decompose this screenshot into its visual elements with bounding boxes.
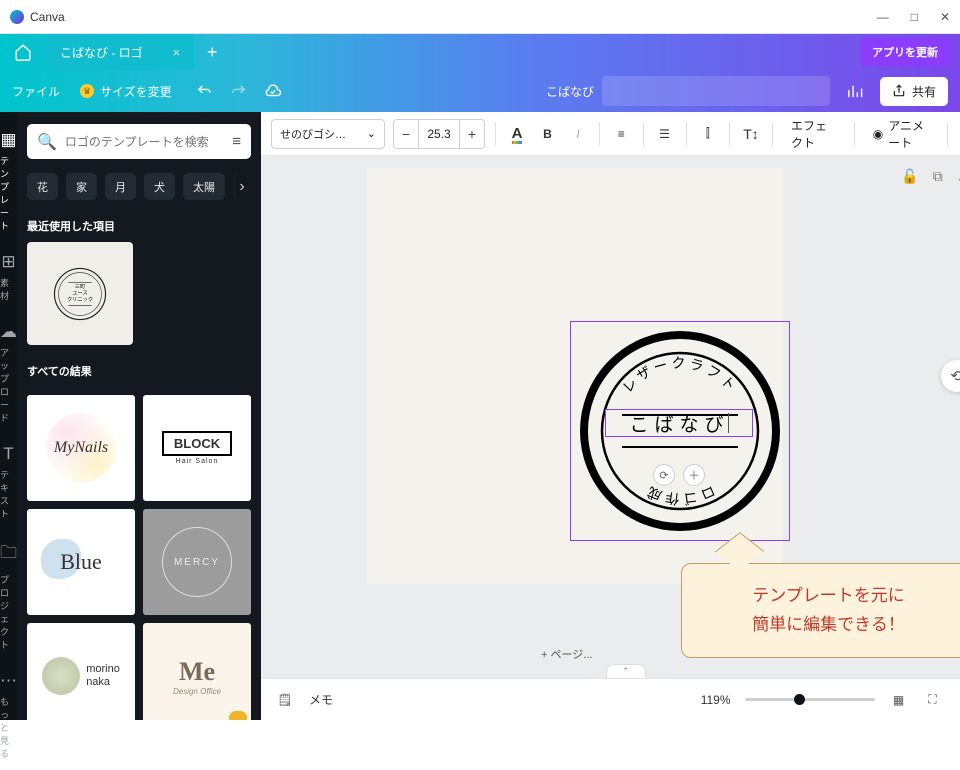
- upload-icon: ☁: [0, 322, 17, 342]
- font-size-stepper[interactable]: − 25.3 +: [393, 119, 485, 149]
- font-size-value[interactable]: 25.3: [418, 120, 460, 148]
- crown-icon: ♛: [80, 84, 94, 98]
- chip-sun[interactable]: 太陽: [183, 173, 225, 200]
- left-rail: ▦テンプレート ⊞素材 ☁アップロード Tテキスト 🗀プロジェクト ⋯もっと見る: [0, 112, 17, 720]
- canvas-page[interactable]: レザークラフト ロゴ作成 こばなび ⟳ ＋ テンプレートを元に 簡単に編集できる…: [367, 168, 783, 584]
- rotate-fab[interactable]: ⟲: [941, 360, 960, 392]
- chevron-down-icon: ⌄: [367, 127, 376, 140]
- chip-moon[interactable]: 月: [105, 173, 136, 200]
- window-close-icon[interactable]: ✕: [940, 10, 950, 24]
- rail-elements[interactable]: ⊞素材: [0, 242, 17, 312]
- update-app-button[interactable]: アプリを更新: [860, 38, 950, 66]
- zoom-slider[interactable]: [745, 698, 875, 701]
- resize-menu[interactable]: ♛ サイズを変更: [80, 83, 172, 100]
- bold-button[interactable]: B: [536, 119, 559, 149]
- window-minimize-icon[interactable]: —: [877, 10, 889, 24]
- sync-icon[interactable]: ⟳: [653, 464, 675, 486]
- template-card-mercy[interactable]: MERCY: [143, 509, 251, 615]
- bottom-bar: 🗒 メモ 119% ▦ ⛶ ?: [261, 678, 960, 720]
- document-title: こばなび: [546, 83, 594, 100]
- filter-icon[interactable]: ≡: [232, 133, 241, 150]
- canvas-area: せのびゴシック B...⌄ − 25.3 + A B I ≡ ☰ ⫿ T↕ エフ…: [261, 112, 960, 720]
- section-recent-header: 最近使用した項目: [27, 218, 251, 234]
- folder-icon: 🗀: [0, 540, 17, 569]
- tab-close-icon[interactable]: ×: [173, 45, 181, 60]
- vertical-text-button[interactable]: T↕: [740, 119, 763, 149]
- pages-grid-icon[interactable]: ▦: [889, 693, 909, 707]
- template-search[interactable]: 🔍 ≡: [27, 124, 251, 159]
- rail-more[interactable]: ⋯もっと見る: [0, 661, 17, 770]
- effects-button[interactable]: エフェクト: [783, 117, 844, 151]
- file-menu[interactable]: ファイル: [12, 83, 60, 100]
- page-tray-toggle[interactable]: ⌃: [606, 664, 646, 678]
- tab-title: こばなび - ロゴ: [60, 44, 143, 61]
- undo-button[interactable]: [192, 78, 218, 104]
- template-card-blue[interactable]: Blue: [27, 509, 135, 615]
- svg-text:レザークラフト: レザークラフト: [619, 355, 741, 396]
- elements-icon: ⊞: [1, 252, 15, 272]
- font-selector[interactable]: せのびゴシック B...⌄: [271, 119, 385, 149]
- section-all-header: すべての結果: [27, 363, 251, 379]
- template-card-block[interactable]: BLOCKHair Salon: [143, 395, 251, 501]
- search-input[interactable]: [65, 135, 224, 149]
- help-icon[interactable]: ?: [957, 693, 960, 707]
- svg-text:ユース: ユース: [72, 289, 87, 296]
- zoom-value[interactable]: 119%: [701, 693, 731, 707]
- recent-template-card[interactable]: 三町 ユース クリニック: [27, 242, 133, 345]
- animate-icon: ◉: [873, 127, 883, 141]
- add-page-button[interactable]: + ページ...: [541, 646, 592, 662]
- chip-dog[interactable]: 犬: [144, 173, 175, 200]
- text-color-button[interactable]: A: [506, 119, 529, 149]
- share-button[interactable]: 共有: [880, 77, 948, 106]
- fullscreen-icon[interactable]: ⛶: [923, 692, 943, 707]
- svg-text:クリニック: クリニック: [67, 296, 93, 303]
- notes-label[interactable]: メモ: [309, 691, 333, 708]
- font-size-increase[interactable]: +: [460, 120, 484, 148]
- template-card-mynails[interactable]: MyNails: [27, 395, 135, 501]
- insights-icon[interactable]: [840, 76, 870, 106]
- app-logo-icon: [10, 10, 24, 24]
- lock-icon[interactable]: 🔓: [901, 168, 918, 185]
- font-size-decrease[interactable]: −: [394, 120, 418, 148]
- template-card-me[interactable]: MeDesign Office: [143, 623, 251, 720]
- animate-button[interactable]: ◉アニメート: [865, 117, 937, 151]
- text-icon: T: [3, 444, 13, 464]
- redo-button[interactable]: [226, 78, 252, 104]
- list-button[interactable]: ☰: [653, 119, 676, 149]
- document-tab[interactable]: こばなび - ロゴ ×: [46, 34, 194, 70]
- home-button[interactable]: [0, 34, 46, 70]
- svg-text:三町: 三町: [75, 283, 85, 290]
- search-icon: 🔍: [37, 132, 57, 152]
- text-toolbar: せのびゴシック B...⌄ − 25.3 + A B I ≡ ☰ ⫿ T↕ エフ…: [261, 112, 960, 156]
- rail-projects[interactable]: 🗀プロジェクト: [0, 530, 17, 661]
- annotation-callout: テンプレートを元に 簡単に編集できる！: [681, 563, 960, 658]
- premium-badge-icon: [229, 711, 247, 720]
- italic-button[interactable]: I: [567, 119, 590, 149]
- align-button[interactable]: ≡: [610, 119, 633, 149]
- window-maximize-icon[interactable]: □: [911, 10, 918, 24]
- templates-icon: ▦: [0, 130, 16, 150]
- rail-text[interactable]: Tテキスト: [0, 434, 17, 530]
- app-title: Canva: [30, 10, 65, 24]
- add-element-icon[interactable]: ＋: [683, 464, 705, 486]
- spacing-button[interactable]: ⫿: [697, 119, 720, 149]
- more-icon: ⋯: [0, 671, 17, 691]
- templates-panel: 🔍 ≡ 花 家 月 犬 太陽 本 ハート › 最近使用した項目 三町 ユース ク…: [17, 112, 261, 720]
- rail-uploads[interactable]: ☁アップロード: [0, 312, 17, 434]
- cloud-sync-icon[interactable]: [260, 78, 286, 104]
- text-edit-box[interactable]: こばなび: [605, 409, 753, 437]
- chip-flower[interactable]: 花: [27, 173, 58, 200]
- chips-scroll-right-icon[interactable]: ›: [229, 173, 251, 200]
- template-card-morino[interactable]: morino naka: [27, 623, 135, 720]
- new-tab-button[interactable]: +: [194, 42, 230, 63]
- chip-house[interactable]: 家: [66, 173, 97, 200]
- duplicate-page-icon[interactable]: ⧉: [933, 168, 943, 185]
- document-title-input[interactable]: [602, 76, 830, 106]
- notes-icon[interactable]: 🗒: [275, 693, 295, 707]
- rail-templates[interactable]: ▦テンプレート: [0, 120, 17, 242]
